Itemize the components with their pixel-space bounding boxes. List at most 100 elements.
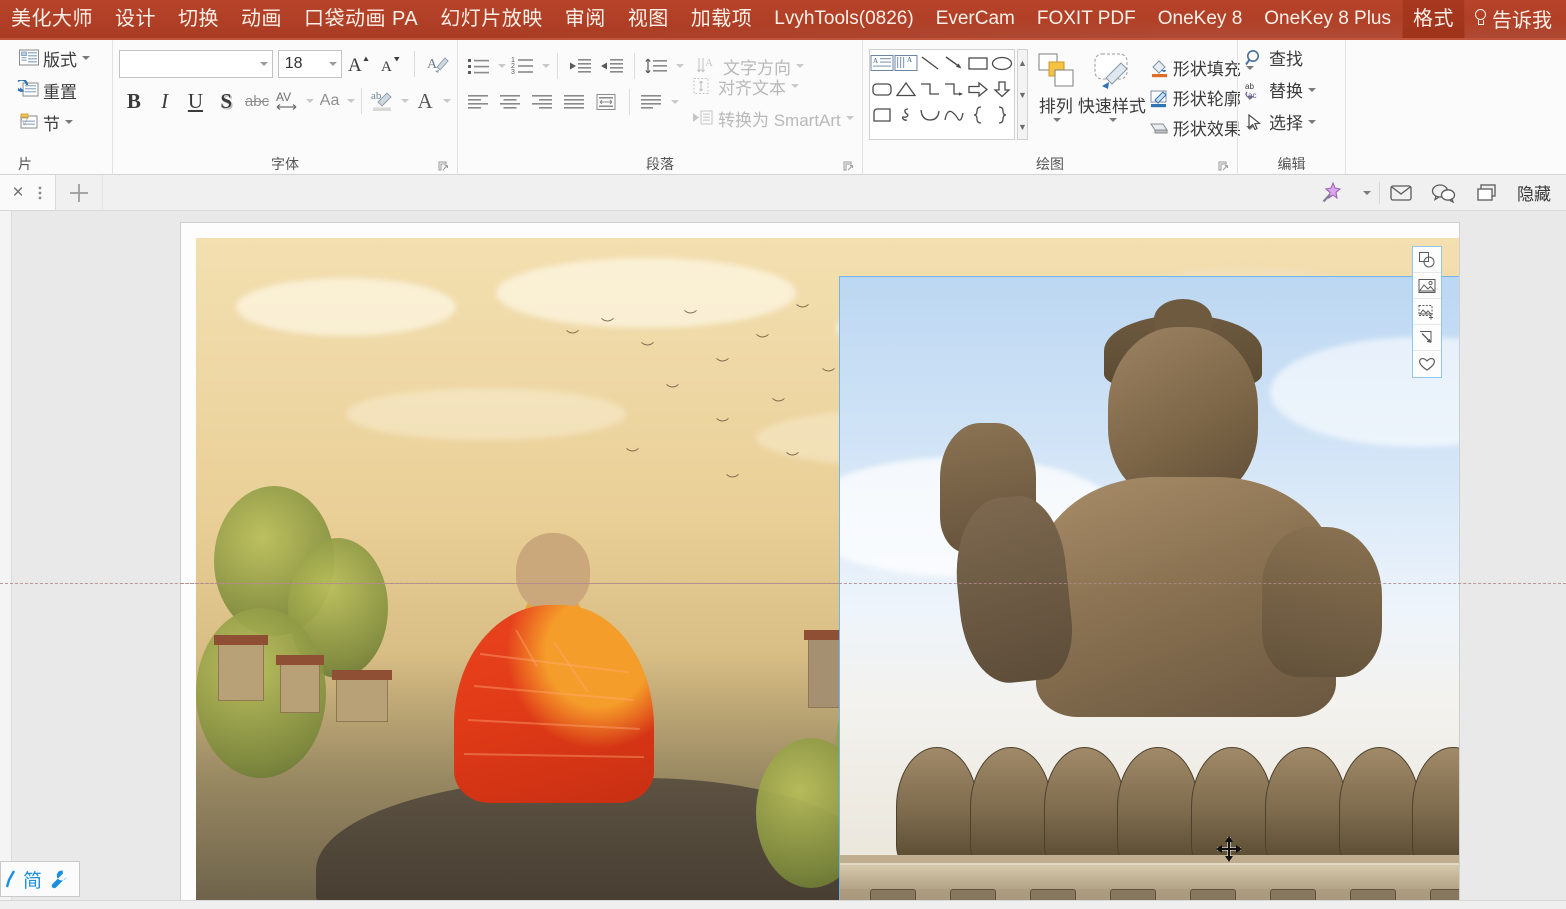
quick-styles-button[interactable]: 快速样式	[1078, 49, 1146, 140]
window-button[interactable]	[1466, 175, 1508, 210]
magic-wand-caret-icon[interactable]	[1363, 190, 1371, 195]
ime-pen-icon[interactable]	[5, 869, 17, 889]
slide-canvas[interactable]: ︶ ︶ ︶ ︶ ︶ ︶ ︶ ︶ ︶ ︶ ︶ ︶ ︶ ︶ ︶	[180, 222, 1460, 909]
change-case-button[interactable]: Aa	[315, 84, 345, 118]
shape-textbox[interactable]: A	[870, 50, 894, 76]
gallery-more-button[interactable]: ▼	[1018, 114, 1027, 139]
shapes-gallery[interactable]: A A	[869, 49, 1015, 140]
text-shadow-button[interactable]: S	[211, 84, 241, 118]
tab-view[interactable]: 视图	[617, 0, 680, 38]
font-name-caret-icon[interactable]	[259, 62, 268, 66]
tab-slideshow[interactable]: 幻灯片放映	[429, 0, 554, 38]
shape-elbow-connector[interactable]	[918, 76, 942, 102]
tab-onekey8-plus[interactable]: OneKey 8 Plus	[1253, 0, 1402, 38]
shape-curve[interactable]	[918, 102, 942, 128]
align-right-button[interactable]	[528, 86, 558, 118]
font-size-caret-icon[interactable]	[328, 62, 337, 66]
tab-lvyhtools[interactable]: LvyhTools(0826)	[763, 0, 924, 38]
mail-button[interactable]	[1380, 175, 1422, 210]
reset-button[interactable]: 重置	[18, 77, 106, 103]
select-button[interactable]: 选择	[1244, 109, 1339, 134]
favorite-button[interactable]	[1413, 351, 1441, 377]
arrange-button[interactable]: 排列	[1036, 49, 1076, 140]
font-size-input[interactable]: 18	[277, 50, 342, 78]
close-icon[interactable]: ×	[12, 182, 23, 204]
align-text-button[interactable]: 对齐文本	[691, 72, 854, 101]
columns-caret-icon[interactable]	[671, 100, 679, 104]
font-color-button[interactable]: A	[410, 84, 440, 118]
tab-review[interactable]: 审阅	[554, 0, 617, 38]
tab-pocket-animation[interactable]: 口袋动画 PA	[293, 0, 429, 38]
underline-button[interactable]: U	[181, 84, 211, 118]
tian-tan-buddha-photo[interactable]	[839, 276, 1459, 908]
shape-rounded-rectangle[interactable]	[870, 76, 894, 102]
picture-button[interactable]	[1413, 273, 1441, 299]
numbering-button[interactable]: 1 2 3	[508, 50, 538, 82]
align-center-button[interactable]	[496, 86, 526, 118]
clear-formatting-button[interactable]: A	[425, 49, 451, 79]
slides-group-collapse-icon[interactable]: ▽	[20, 114, 28, 127]
drawing-dialog-launcher[interactable]	[1218, 161, 1229, 172]
wrench-icon[interactable]	[48, 868, 70, 890]
font-color-caret-icon[interactable]	[442, 99, 451, 103]
layout-caret-icon[interactable]	[82, 56, 90, 60]
document-tab[interactable]: ×	[0, 175, 56, 210]
tab-beautify[interactable]: 美化大师	[0, 0, 104, 38]
shape-line[interactable]	[918, 50, 942, 76]
decrease-font-size-button[interactable]: A	[378, 49, 404, 79]
shape-down-arrow[interactable]	[990, 76, 1014, 102]
font-dialog-launcher[interactable]	[438, 161, 449, 172]
layout-button[interactable]: 版式	[18, 45, 106, 71]
character-spacing-button[interactable]: AV	[273, 84, 303, 118]
bullets-button[interactable]	[464, 50, 494, 82]
select-caret-icon[interactable]	[1308, 119, 1316, 124]
character-spacing-caret-icon[interactable]	[305, 99, 314, 103]
strikethrough-button[interactable]: abc	[242, 84, 272, 118]
shape-right-brace[interactable]	[990, 102, 1014, 128]
line-spacing-button[interactable]	[642, 50, 672, 82]
columns-button[interactable]	[637, 86, 667, 118]
increase-font-size-button[interactable]: A	[347, 49, 373, 79]
justify-button[interactable]	[560, 86, 590, 118]
shape-style-button[interactable]	[1413, 247, 1441, 273]
convert-smartart-button[interactable]: 转换为 SmartArt	[691, 104, 854, 133]
shape-wave[interactable]	[942, 102, 966, 128]
quick-styles-caret-icon[interactable]	[1108, 118, 1117, 122]
increase-indent-button[interactable]	[597, 50, 627, 82]
bullets-caret-icon[interactable]	[498, 64, 506, 68]
tab-addins[interactable]: 加载项	[680, 0, 764, 38]
shape-triangle[interactable]	[894, 76, 918, 102]
italic-button[interactable]: I	[150, 84, 180, 118]
convert-smartart-caret-icon[interactable]	[845, 116, 854, 120]
font-name-input[interactable]	[119, 50, 273, 78]
tab-transitions[interactable]: 切换	[167, 0, 230, 38]
align-left-button[interactable]	[464, 86, 494, 118]
ime-language-bar[interactable]: 简	[0, 861, 80, 897]
text-highlight-button[interactable]: ab	[368, 84, 398, 118]
new-tab-button[interactable]	[56, 175, 102, 210]
tab-format[interactable]: 格式	[1402, 0, 1466, 38]
find-button[interactable]: 查找	[1244, 45, 1339, 70]
section-button[interactable]: 节	[18, 109, 106, 135]
wechat-button[interactable]	[1422, 175, 1466, 210]
tab-onekey8[interactable]: OneKey 8	[1147, 0, 1254, 38]
numbering-caret-icon[interactable]	[542, 64, 550, 68]
resize-button[interactable]	[1413, 325, 1441, 351]
paragraph-dialog-launcher[interactable]	[843, 161, 854, 172]
gallery-scroll-down-button[interactable]: ▼	[1018, 82, 1027, 107]
ime-mode-label[interactable]: 简	[23, 866, 42, 893]
shape-arrow[interactable]	[942, 50, 966, 76]
shapes-gallery-scrollbar[interactable]: ▲ ▼ ▼	[1017, 49, 1028, 140]
tab-evercam[interactable]: EverCam	[925, 0, 1026, 38]
shape-vertical-textbox[interactable]: A	[894, 50, 918, 76]
gallery-scroll-up-button[interactable]: ▲	[1018, 50, 1027, 75]
tell-me-search[interactable]: 告诉我	[1465, 0, 1566, 38]
text-direction-caret-icon[interactable]	[796, 64, 804, 68]
shape-left-brace[interactable]	[966, 102, 990, 128]
tab-foxit-pdf[interactable]: FOXIT PDF	[1026, 0, 1147, 38]
shape-right-arrow[interactable]	[966, 76, 990, 102]
bold-button[interactable]: B	[119, 84, 149, 118]
section-caret-icon[interactable]	[65, 120, 73, 124]
replace-button[interactable]: ab ac 替换	[1244, 77, 1339, 102]
line-spacing-caret-icon[interactable]	[676, 64, 684, 68]
